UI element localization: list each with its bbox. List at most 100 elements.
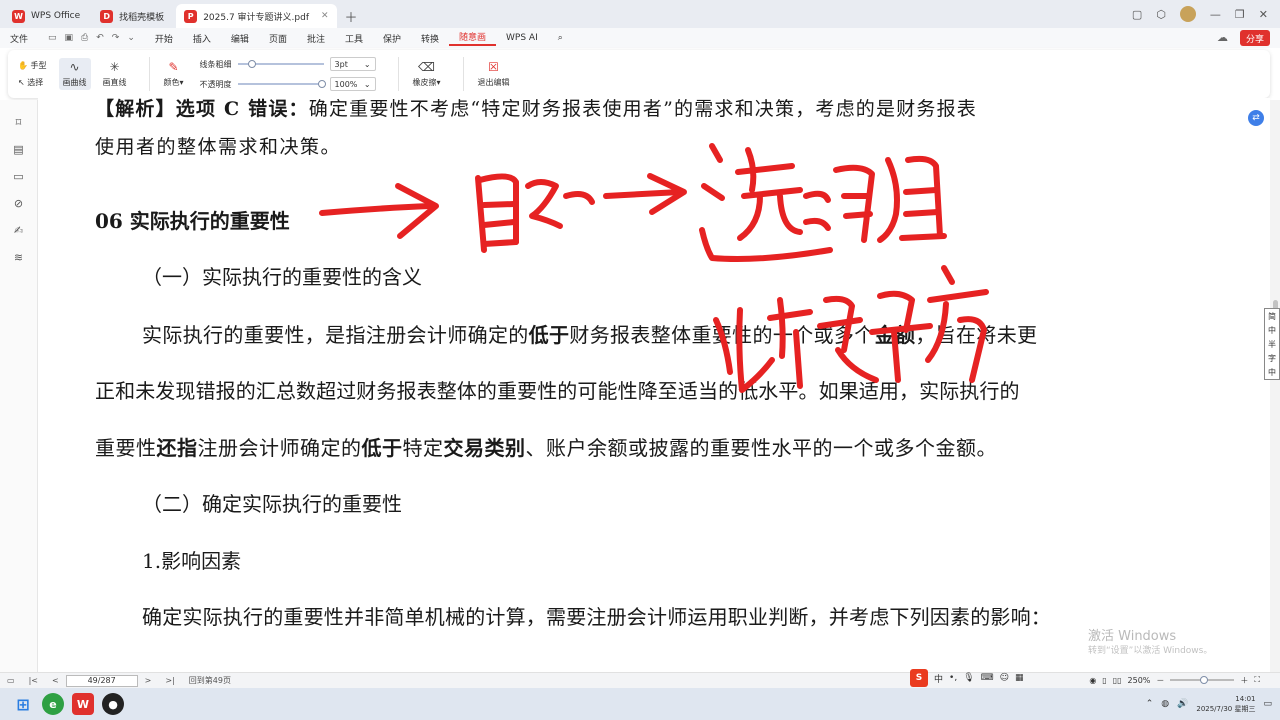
slider-knob[interactable] [1200,676,1209,684]
exit-edit-button[interactable]: ☒ 退出编辑 [474,58,514,90]
volume-icon[interactable]: 🔊 [1177,699,1188,709]
notification-icon[interactable]: ▭ [1263,699,1272,709]
last-page-icon[interactable]: >| [165,676,174,685]
menu-item[interactable]: 批注 [297,32,335,45]
minimize-icon[interactable]: — [1210,8,1221,21]
opacity-slider[interactable] [237,80,326,88]
search-icon[interactable]: ⌕ [548,33,573,43]
signature-icon[interactable]: ✍ [14,224,23,237]
tray-chevron-icon[interactable]: ⌃ [1146,699,1154,709]
quick-tools: ▭ ▣ ⎙ ↶ ↷ ⌄ [38,33,145,43]
eraser-button[interactable]: ⌫ 橡皮擦▾ [409,58,445,90]
wps-logo-icon: W [12,9,25,23]
cube-icon[interactable]: ⬡ [1156,8,1166,21]
side-toolbox[interactable]: 简 中 半 字 中 [1264,308,1280,380]
redo-icon[interactable]: ↷ [112,33,120,43]
skin-icon[interactable]: ☺ [1000,673,1009,683]
sogou-ime-icon[interactable]: S [910,669,928,687]
side-tool-char[interactable]: 简 [1268,311,1276,322]
window-controls: ▢ ⬡ — ❐ ✕ [1132,0,1280,28]
menu-item-draw[interactable]: 随意画 [449,30,497,46]
slider-knob[interactable] [247,60,256,68]
hand-tool-button[interactable]: ✋ 手型 [18,60,47,71]
slider-knob[interactable] [317,80,326,88]
first-page-icon[interactable]: |< [29,676,38,685]
tab-wps-office[interactable]: W WPS Office [4,4,88,28]
curve-icon: ∿ [69,60,80,74]
activation-watermark-sub: 转到“设置”以激活 Windows。 [1088,646,1213,656]
tab-template[interactable]: D 找稻壳模板 [92,4,172,28]
double-page-icon[interactable]: ▯▯ [1113,676,1122,685]
save-icon[interactable]: ▣ [65,33,74,43]
mic-icon[interactable]: 🎙 [963,673,974,683]
opacity-label: 不透明度 [199,79,232,89]
color-button[interactable]: ✎ 颜色▾ [160,58,188,90]
stroke-settings: 线条粗细 3pt ⌄ 不透明度 100% ⌄ [200,57,376,91]
cloud-icon[interactable]: ☁ [1217,31,1228,44]
side-tool-char[interactable]: 半 [1268,339,1276,350]
thickness-slider[interactable] [237,60,324,68]
fullscreen-icon[interactable]: ⛶ [1254,675,1260,685]
new-tab-button[interactable]: ＋ [337,4,366,28]
menu-item[interactable]: 工具 [335,32,373,45]
app-taskbar-icon[interactable]: ● [102,693,124,715]
next-page-icon[interactable]: > [145,676,152,685]
draw-curve-button[interactable]: ∿ 画曲线 [58,58,91,90]
menu-item[interactable]: 转换 [411,32,449,45]
avatar[interactable] [1179,6,1196,22]
folder-icon[interactable]: ▭ [48,33,57,43]
toolbox-icon[interactable]: ▦ [1015,673,1024,683]
thickness-select[interactable]: 3pt ⌄ [329,57,376,71]
close-window-icon[interactable]: ✕ [1259,8,1268,21]
undo-icon[interactable]: ↶ [96,33,104,43]
select-label: 选择 [27,78,44,87]
thumbnail-icon[interactable]: ▤ [13,143,23,156]
translate-float-icon[interactable]: ⇄ [1248,110,1264,126]
single-page-icon[interactable]: ▯ [1102,676,1106,685]
wps-taskbar-icon[interactable]: W [72,693,94,715]
close-tab-icon[interactable]: ✕ [321,11,329,21]
punctuation-icon[interactable]: •, [949,673,957,683]
network-icon[interactable]: ◍ [1161,699,1169,709]
clock[interactable]: 14:01 2025/7/30 星期三 [1196,694,1255,714]
prev-page-icon[interactable]: < [52,676,59,685]
attachment-icon[interactable]: ⊘ [14,197,23,210]
side-tool-char[interactable]: 中 [1268,367,1276,378]
sidebar-toggle-icon[interactable]: ▭ [7,676,15,685]
edge-browser-icon[interactable]: e [42,693,64,715]
menu-item[interactable]: 保护 [373,32,411,45]
menu-item[interactable]: 插入 [183,32,221,45]
keyboard-icon[interactable]: ⌨ [981,673,994,683]
zoom-out-icon[interactable]: － [1156,675,1164,686]
zoom-slider[interactable] [1170,676,1235,684]
restore-icon[interactable]: ❐ [1235,8,1245,21]
title-bar: W WPS Office D 找稻壳模板 P 2025.7 审计专题讲义.pdf… [0,0,1280,28]
window-icon[interactable]: ▢ [1132,8,1142,21]
side-tool-char[interactable]: 中 [1268,325,1276,336]
menu-wps-ai[interactable]: WPS AI [496,33,548,43]
comment-icon[interactable]: ▭ [13,170,23,183]
tab-pdf-document[interactable]: P 2025.7 审计专题讲义.pdf ✕ [176,4,337,28]
chevron-down-icon[interactable]: ⌄ [127,33,135,43]
menu-item[interactable]: 页面 [259,32,297,45]
print-icon[interactable]: ⎙ [81,33,88,43]
menu-item[interactable]: 开始 [145,32,183,45]
select-tool-button[interactable]: ↖ 选择 [18,77,47,88]
opacity-value: 100% [334,79,358,89]
vertical-scrollbar[interactable] [1270,100,1280,672]
share-button[interactable]: 分享 [1239,30,1270,46]
menu-file[interactable]: 文件 [0,32,38,45]
page-number-input[interactable]: 49/287 [65,674,138,687]
windows-start-icon[interactable]: ⊞ [12,693,34,715]
side-tool-char[interactable]: 字 [1268,353,1276,364]
zoom-value[interactable]: 250% [1128,676,1151,685]
ime-lang[interactable]: 中 [934,672,943,685]
zoom-in-icon[interactable]: ＋ [1240,675,1248,686]
bookmark-icon[interactable]: ⌑ [16,116,22,129]
opacity-select[interactable]: 100% ⌄ [329,77,376,91]
layers-icon[interactable]: ≋ [14,251,23,264]
eye-icon[interactable]: ◉ [1089,676,1096,685]
goto-page-link[interactable]: 回到第49页 [189,675,231,686]
menu-item[interactable]: 编辑 [221,32,259,45]
draw-line-button[interactable]: ✳ 画直线 [99,58,131,90]
